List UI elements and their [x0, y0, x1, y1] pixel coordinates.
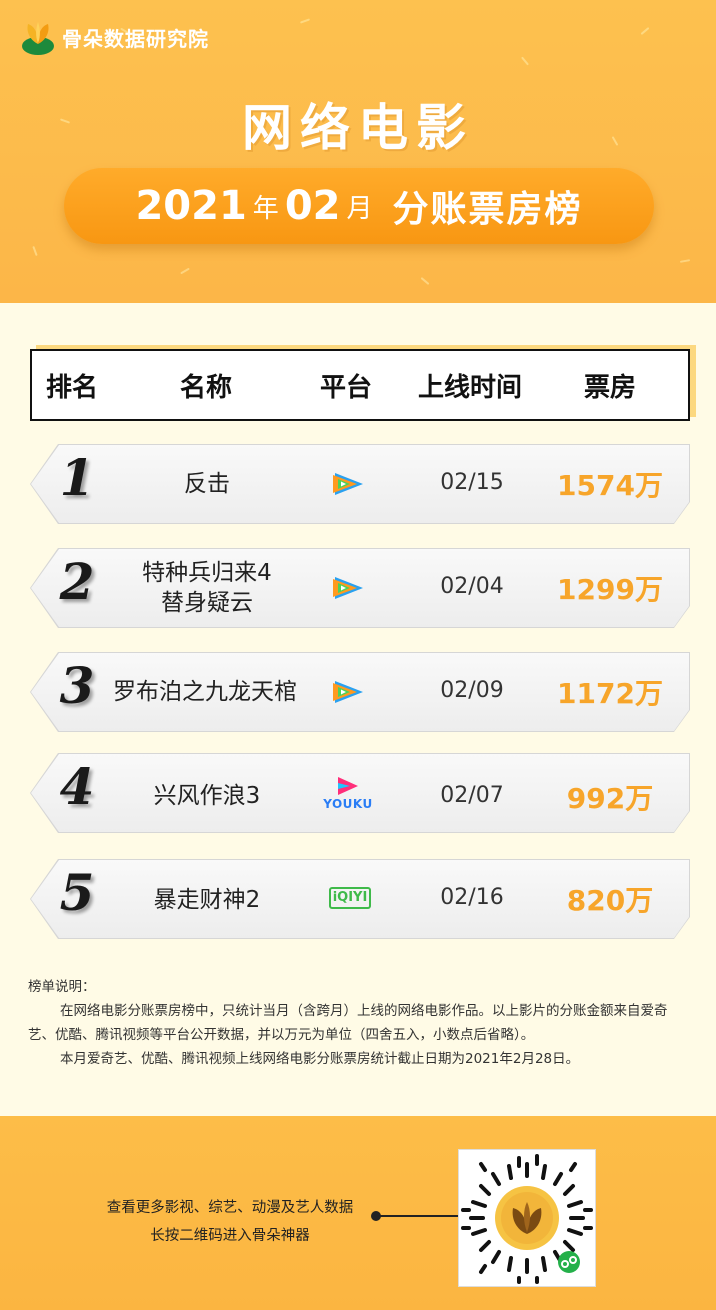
- notes-paragraph-1: 在网络电影分账票房榜中，只统计当月（含跨月）上线的网络电影作品。以上影片的分账金…: [28, 1003, 668, 1043]
- youku-icon: YOUKU: [320, 771, 376, 815]
- box-office-value: 820万: [566, 884, 654, 917]
- movie-name-line1: 兴风作浪3: [153, 783, 261, 809]
- movie-name: 特种兵归来4 替身疑云: [100, 558, 314, 618]
- release-date: 02/04: [440, 574, 504, 599]
- box-office-value: 1172万: [557, 677, 663, 710]
- connector-line: [376, 1215, 458, 1217]
- qr-code[interactable]: [458, 1149, 596, 1287]
- header-date: 上线时间: [418, 373, 523, 403]
- title-month: 02: [284, 183, 341, 229]
- movie-name-line1: 特种兵归来4: [142, 560, 272, 586]
- tencent-video-icon: [326, 674, 370, 710]
- youku-wordmark: YOUKU: [323, 797, 373, 811]
- title-month-unit: 月: [346, 193, 373, 224]
- brand-logo: 骨朵数据研究院: [20, 18, 209, 56]
- table-row: 3 罗布泊之九龙天棺 02/09 1172万: [30, 652, 690, 732]
- release-date: 02/15: [440, 470, 504, 495]
- box-office-value: 1299万: [557, 573, 663, 606]
- table-row: 2 特种兵归来4 替身疑云 02/04 1299万: [30, 548, 690, 628]
- release-date: 02/09: [440, 678, 504, 703]
- release-date: 02/07: [440, 783, 504, 808]
- table-row: 1 反击 02/15 1574万: [30, 444, 690, 524]
- movie-name-line1: 暴走财神2: [153, 887, 261, 913]
- notes-heading: 榜单说明：: [28, 979, 96, 995]
- title-label: 分账票房榜: [392, 189, 583, 230]
- movie-name-line2: 替身疑云: [161, 590, 253, 616]
- header-name: 名称: [180, 373, 233, 403]
- footer-line-2: 长按二维码进入骨朵神器: [150, 1228, 310, 1244]
- title-pill: 2021 年 02 月 分账票房榜: [64, 168, 654, 244]
- movie-name-line1: 罗布泊之九龙天棺: [113, 679, 297, 705]
- iqiyi-wordmark: iQIYI: [328, 887, 372, 909]
- table-row: 5 暴走财神2 iQIYI 02/16 820万: [30, 859, 690, 939]
- header-box-office: 票房: [584, 373, 637, 403]
- movie-name: 罗布泊之九龙天棺: [92, 677, 318, 707]
- box-office-value: 1574万: [557, 469, 663, 502]
- footer-text: 查看更多影视、综艺、动漫及艺人数据 长按二维码进入骨朵神器: [90, 1194, 370, 1250]
- box-office-value: 992万: [566, 782, 654, 815]
- movie-name: 暴走财神2: [100, 885, 314, 915]
- page-title: 网络电影: [242, 99, 474, 157]
- movie-name: 反击: [100, 469, 314, 499]
- rank-number: 1: [59, 448, 95, 507]
- title-year: 2021: [135, 183, 247, 229]
- leaf-sprout-icon: [20, 18, 56, 56]
- footer-banner: 查看更多影视、综艺、动漫及艺人数据 长按二维码进入骨朵神器: [0, 1116, 716, 1310]
- table-header: 排名 名称 平台 上线时间 票房: [30, 349, 690, 421]
- rank-number: 2: [59, 552, 95, 611]
- notes-section: 榜单说明： 在网络电影分账票房榜中，只统计当月（含跨月）上线的网络电影作品。以上…: [28, 975, 692, 1071]
- header-banner: 骨朵数据研究院 网络电影 2021 年 02 月 分账票房榜: [0, 0, 716, 303]
- title-year-unit: 年: [252, 193, 279, 224]
- release-date: 02/16: [440, 885, 504, 910]
- mini-program-qr-code[interactable]: [459, 1150, 595, 1286]
- header-platform: 平台: [320, 373, 373, 403]
- table-row: 4 兴风作浪3 YOUKU 02/07 992万: [30, 753, 690, 833]
- tencent-video-icon: [326, 466, 370, 502]
- rank-number: 5: [59, 863, 95, 922]
- header-rank: 排名: [46, 373, 99, 403]
- notes-paragraph-2: 本月爱奇艺、优酷、腾讯视频上线网络电影分账票房统计截止日期为2021年2月28日…: [60, 1051, 580, 1067]
- iqiyi-icon: iQIYI: [328, 885, 372, 911]
- rank-number: 4: [59, 757, 95, 816]
- brand-name: 骨朵数据研究院: [62, 26, 209, 51]
- movie-name: 兴风作浪3: [100, 781, 314, 811]
- connector-dot: [371, 1211, 381, 1221]
- footer-line-1: 查看更多影视、综艺、动漫及艺人数据: [106, 1200, 354, 1216]
- movie-name-line1: 反击: [184, 471, 230, 497]
- tencent-video-icon: [326, 570, 370, 606]
